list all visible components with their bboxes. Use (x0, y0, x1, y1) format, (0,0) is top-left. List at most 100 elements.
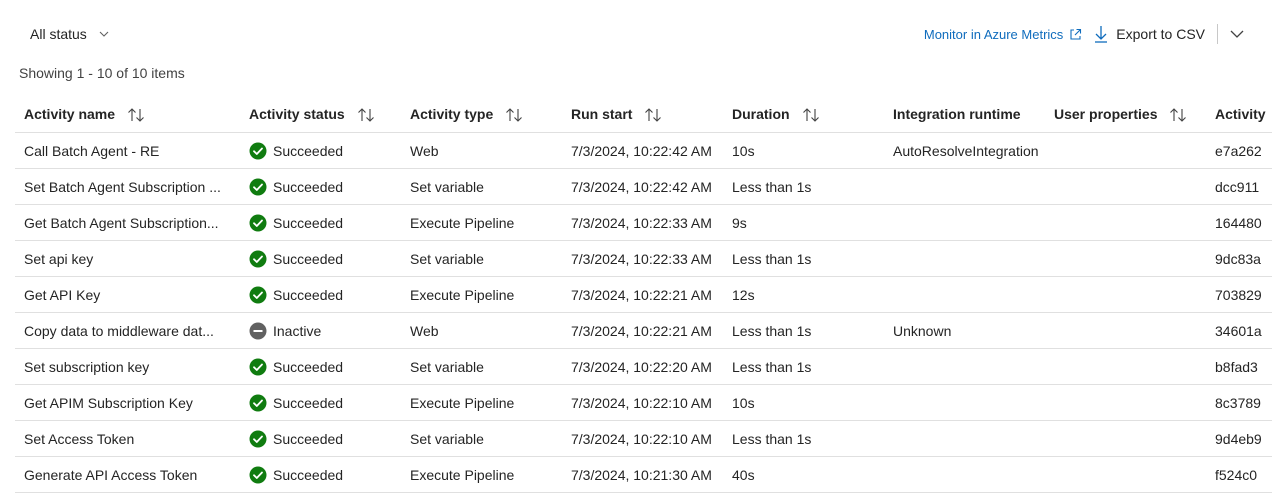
sort-icon[interactable] (802, 108, 820, 122)
status-label: Succeeded (273, 466, 344, 483)
cell-name[interactable]: Set api key (15, 240, 240, 277)
cell-activity-id: e7a262 (1206, 132, 1272, 169)
inactive-circle-icon (249, 322, 267, 339)
cell-name[interactable]: Set subscription key (15, 348, 240, 385)
column-header-user-properties[interactable]: User properties (1045, 96, 1206, 133)
cell-user-props (1045, 348, 1206, 385)
status-indicator: Succeeded (249, 286, 401, 304)
cell-name[interactable]: Set Access Token (15, 420, 240, 457)
status-label: Succeeded (273, 214, 344, 231)
chevron-down-icon (1230, 30, 1244, 38)
cell-status: Succeeded (240, 384, 401, 421)
table-row[interactable]: Copy data to middleware dat... Inactive We… (15, 312, 1272, 349)
table-row[interactable]: Set Batch Agent Subscription ... Succeede… (15, 168, 1272, 205)
cell-user-props (1045, 420, 1206, 457)
column-header-integration-runtime[interactable]: Integration runtime (884, 96, 1045, 133)
export-csv-label: Export to CSV (1116, 26, 1205, 42)
activity-runs-table: Activity name Activity status Activity typ… (15, 96, 1272, 493)
column-header-label: Activity status (249, 105, 345, 122)
cell-user-props (1045, 276, 1206, 313)
cell-name[interactable]: Get API Key (15, 276, 240, 313)
cell-run-start: 7/3/2024, 10:22:20 AM (562, 348, 723, 385)
more-options-chevron-button[interactable] (1230, 29, 1244, 39)
cell-duration: Less than 1s (723, 420, 884, 457)
monitor-azure-metrics-link[interactable]: Monitor in Azure Metrics (924, 27, 1082, 42)
cell-run-start: 7/3/2024, 10:22:10 AM (562, 420, 723, 457)
cell-type: Web (401, 132, 562, 169)
table-row[interactable]: Get Batch Agent Subscription... Succeeded… (15, 204, 1272, 241)
success-check-icon (249, 466, 267, 483)
cell-duration: Less than 1s (723, 348, 884, 385)
status-label: Succeeded (273, 286, 344, 303)
item-count-text: Showing 1 - 10 of 10 items (19, 65, 185, 81)
cell-duration: Less than 1s (723, 168, 884, 205)
cell-status: Succeeded (240, 132, 401, 169)
cell-run-start: 7/3/2024, 10:22:42 AM (562, 168, 723, 205)
table-row[interactable]: Call Batch Agent - RE Succeeded Web 7/3/202… (15, 132, 1272, 169)
cell-type: Set variable (401, 240, 562, 277)
sort-icon[interactable] (644, 108, 662, 122)
status-indicator: Succeeded (249, 214, 401, 232)
export-csv-button[interactable]: Export to CSV (1094, 25, 1205, 43)
sort-icon[interactable] (1169, 108, 1187, 122)
table-row[interactable]: Generate API Access Token Succeeded Execut… (15, 456, 1272, 493)
success-check-icon (249, 142, 267, 159)
table-row[interactable]: Get APIM Subscription Key Succeeded Execut… (15, 384, 1272, 421)
cell-name[interactable]: Get APIM Subscription Key (15, 384, 240, 421)
cell-name[interactable]: Set Batch Agent Subscription ... (15, 168, 240, 205)
column-header-run-start[interactable]: Run start (562, 96, 723, 133)
cell-activity-id: 8c3789 (1206, 384, 1272, 421)
cell-duration: 9s (723, 204, 884, 241)
table-row[interactable]: Set api key Succeeded Set variable 7/3/2024… (15, 240, 1272, 277)
cell-user-props (1045, 312, 1206, 349)
sort-icon[interactable] (357, 108, 375, 122)
sort-icon[interactable] (505, 108, 523, 122)
cell-duration: 10s (723, 132, 884, 169)
cell-user-props (1045, 132, 1206, 169)
chevron-down-icon (99, 31, 109, 37)
column-header-activity-type[interactable]: Activity type (401, 96, 562, 133)
cell-status: Inactive (240, 312, 401, 349)
status-indicator: Succeeded (249, 430, 401, 448)
cell-name[interactable]: Copy data to middleware dat... (15, 312, 240, 349)
cell-runtime (884, 348, 1045, 385)
cell-type: Set variable (401, 348, 562, 385)
table-row[interactable]: Set Access Token Succeeded Set variable 7/3… (15, 420, 1272, 457)
cell-activity-id: 9d4eb9 (1206, 420, 1272, 457)
cell-duration: 40s (723, 456, 884, 493)
cell-status: Succeeded (240, 420, 401, 457)
cell-user-props (1045, 384, 1206, 421)
column-header-duration[interactable]: Duration (723, 96, 884, 133)
cell-status: Succeeded (240, 168, 401, 205)
table-row[interactable]: Get API Key Succeeded Execute Pipeline 7/3/… (15, 276, 1272, 313)
success-check-icon (249, 178, 267, 195)
toolbar: All status Monitor in Azure Metrics Expo… (0, 18, 1272, 50)
cell-activity-id: 34601a (1206, 312, 1272, 349)
column-header-label: Duration (732, 105, 790, 122)
cell-activity-id: 9dc83a (1206, 240, 1272, 277)
cell-name[interactable]: Get Batch Agent Subscription... (15, 204, 240, 241)
cell-user-props (1045, 204, 1206, 241)
column-header-label: User properties (1054, 105, 1158, 122)
column-header-activity[interactable]: Activity (1206, 96, 1272, 133)
sort-icon[interactable] (127, 108, 145, 122)
cell-name[interactable]: Call Batch Agent - RE (15, 132, 240, 169)
status-indicator: Succeeded (249, 358, 401, 376)
cell-runtime (884, 204, 1045, 241)
status-filter-dropdown[interactable]: All status (22, 22, 117, 46)
success-check-icon (249, 250, 267, 267)
status-label: Succeeded (273, 142, 344, 159)
cell-run-start: 7/3/2024, 10:21:30 AM (562, 456, 723, 493)
cell-run-start: 7/3/2024, 10:22:42 AM (562, 132, 723, 169)
cell-status: Succeeded (240, 456, 401, 493)
column-header-activity-name[interactable]: Activity name (15, 96, 240, 133)
column-header-label: Run start (571, 105, 633, 122)
cell-type: Execute Pipeline (401, 276, 562, 313)
status-label: Succeeded (273, 394, 344, 411)
column-header-activity-status[interactable]: Activity status (240, 96, 401, 133)
cell-name[interactable]: Generate API Access Token (15, 456, 240, 493)
success-check-icon (249, 214, 267, 231)
cell-runtime (884, 240, 1045, 277)
cell-duration: 12s (723, 276, 884, 313)
table-row[interactable]: Set subscription key Succeeded Set variabl… (15, 348, 1272, 385)
